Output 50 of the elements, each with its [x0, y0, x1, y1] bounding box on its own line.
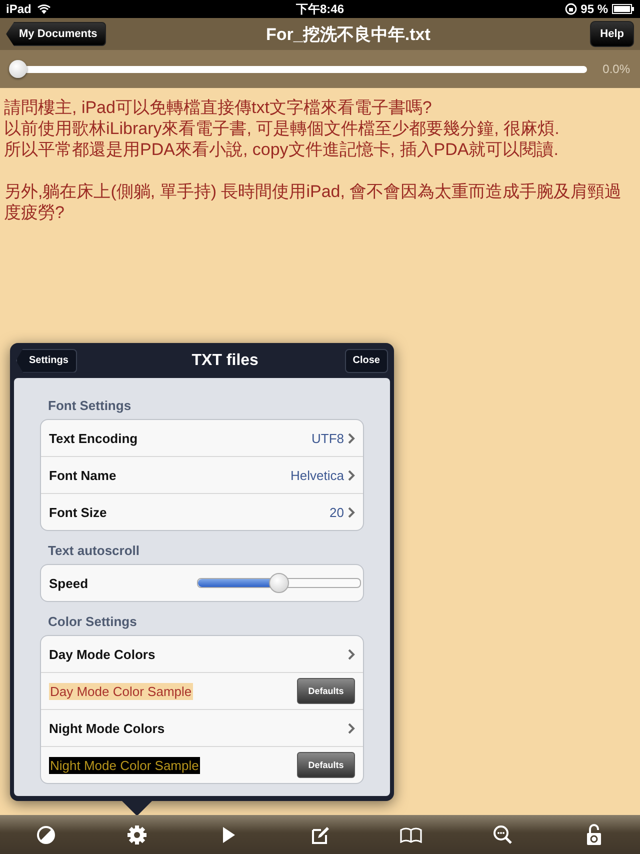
color-sample: Night Mode Color Sample	[49, 756, 200, 774]
contrast-icon[interactable]	[36, 824, 56, 844]
text-line: 度疲勞?	[4, 202, 64, 223]
row-value: 20	[330, 504, 344, 520]
book-icon[interactable]	[400, 826, 422, 842]
wifi-icon	[37, 4, 52, 14]
row-label: Speed	[49, 576, 88, 590]
section-header: Text autoscroll	[48, 543, 141, 558]
text-line: 請問樓主, iPad可以免轉檔直接傳txt文字檔來看電子書嗎?	[4, 97, 432, 118]
chevron-icon	[348, 648, 355, 660]
chevron-icon	[348, 470, 355, 480]
row-value: UTF8	[312, 430, 344, 446]
zoom-out-icon[interactable]	[492, 824, 513, 844]
back-button[interactable]: Settings	[16, 348, 78, 372]
row-label[interactable]: Font Size	[49, 504, 107, 520]
progress-reading: 0.0%	[602, 62, 630, 76]
back-button[interactable]: My Documents	[6, 22, 106, 46]
text-line: 另外,躺在床上(側躺, 單手持) 長時間使用iPad, 會不會因為太重而造成手腕及肩頸過	[4, 181, 622, 202]
carrier-label: iPad	[6, 2, 32, 16]
battery-percent: 95 %	[580, 2, 608, 16]
popover-title: TXT files	[192, 352, 258, 370]
row-label[interactable]: Day Mode Colors	[49, 646, 156, 662]
text-line: 所以平常都還是用PDA來看小說, copy文件進記憶卡, 插入PDA就可以閱讀.	[4, 139, 558, 160]
row-label[interactable]: Night Mode Colors	[49, 720, 165, 736]
row-label[interactable]: Font Name	[49, 468, 116, 482]
text-line: 以前使用歌林iLibrary來看電子書, 可是轉個文件檔至少都要幾分鐘, 很麻煩.	[4, 118, 560, 139]
window-title: For_挖洗不良中年.txt	[266, 24, 430, 46]
clock-time: 下午8:46	[296, 0, 344, 18]
chevron-icon	[348, 506, 355, 518]
progress-slider[interactable]	[8, 59, 587, 79]
help-button[interactable]: Help	[590, 21, 634, 47]
lock-icon[interactable]	[586, 824, 602, 846]
rotation-lock-icon	[564, 3, 577, 15]
defaults-button[interactable]: Defaults	[297, 678, 355, 704]
edit-icon[interactable]	[310, 824, 330, 844]
section-header: Color Settings	[48, 614, 138, 629]
settings-icon[interactable]	[127, 824, 148, 844]
speed-slider[interactable]	[197, 573, 361, 593]
slider-thumb[interactable]	[269, 573, 289, 593]
battery-icon	[612, 4, 634, 14]
play-icon[interactable]	[222, 826, 236, 844]
close-button[interactable]: Close	[344, 348, 388, 372]
slider-thumb[interactable]	[9, 60, 27, 78]
defaults-button[interactable]: Defaults	[297, 752, 355, 778]
chevron-icon	[348, 722, 355, 734]
color-sample: Day Mode Color Sample	[49, 682, 193, 700]
chevron-icon	[348, 432, 355, 444]
section-header: Font Settings	[48, 398, 132, 413]
row-label[interactable]: Text Encoding	[49, 430, 138, 446]
row-value: Helvetica	[290, 468, 344, 482]
